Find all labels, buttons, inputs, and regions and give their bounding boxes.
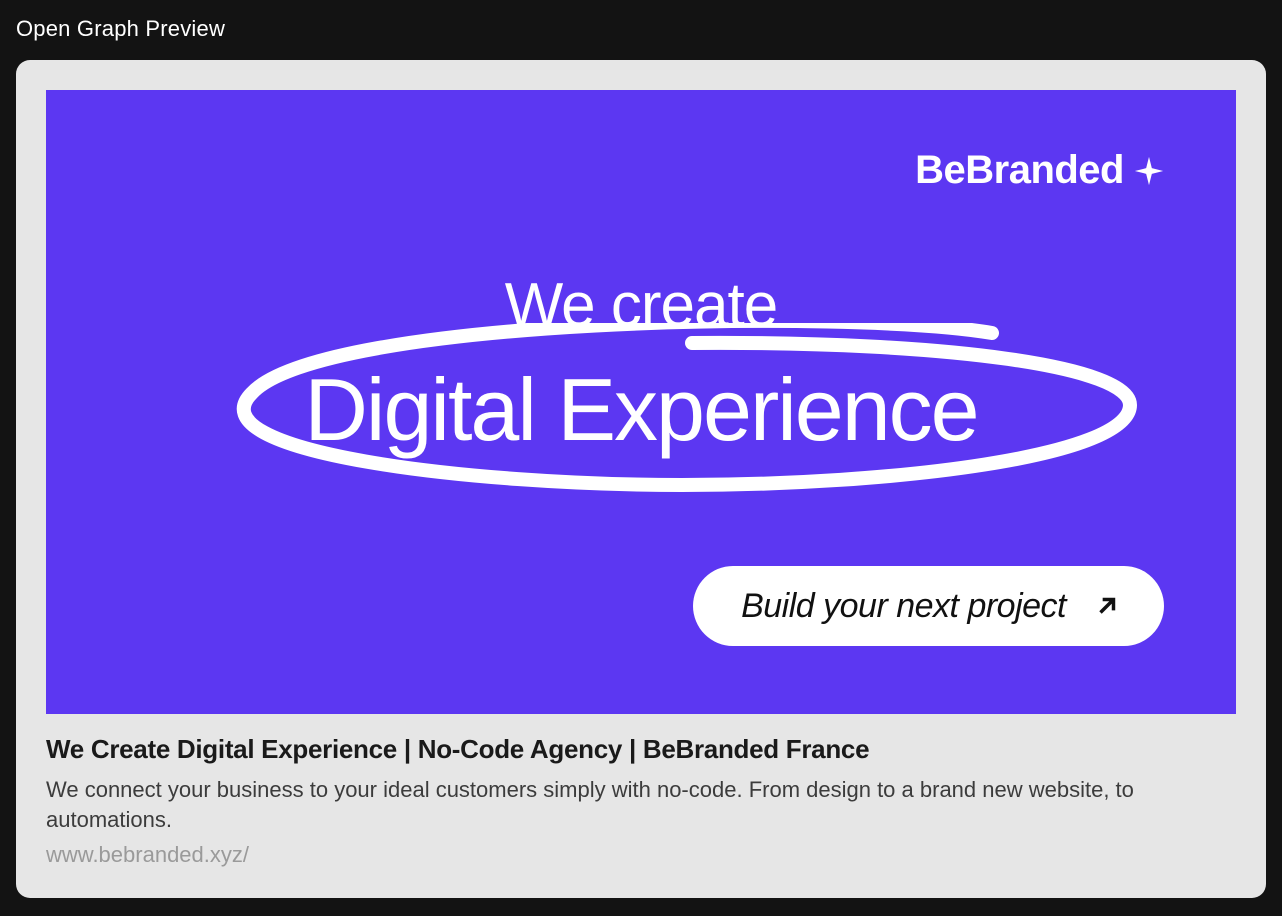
preview-card: BeBranded We create Digital Experience B… <box>16 60 1266 898</box>
headline-line-2-wrap: Digital Experience <box>304 359 977 461</box>
cta-label: Build your next project <box>741 587 1066 626</box>
og-meta: We Create Digital Experience | No-Code A… <box>46 714 1236 868</box>
cta-button[interactable]: Build your next project <box>693 566 1164 646</box>
og-url: www.bebranded.xyz/ <box>46 842 1236 868</box>
headline-line-2: Digital Experience <box>304 360 977 459</box>
og-image: BeBranded We create Digital Experience B… <box>46 90 1236 714</box>
arrow-up-right-icon <box>1094 593 1120 619</box>
headline-line-1: We create <box>46 270 1236 341</box>
headline: We create Digital Experience <box>46 270 1236 461</box>
page-title: Open Graph Preview <box>16 16 1266 42</box>
og-description: We connect your business to your ideal c… <box>46 775 1236 834</box>
brand-text: BeBranded <box>915 148 1124 193</box>
og-title: We Create Digital Experience | No-Code A… <box>46 734 1236 765</box>
brand-logo: BeBranded <box>915 148 1166 193</box>
sparkle-icon <box>1132 154 1166 188</box>
